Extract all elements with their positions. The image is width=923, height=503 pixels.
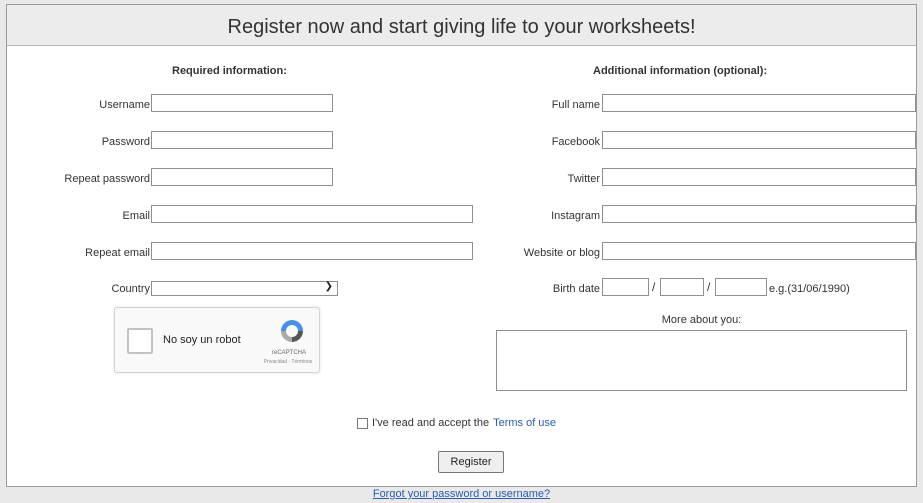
username-input[interactable] (151, 94, 333, 112)
instagram-label: Instagram (551, 210, 600, 222)
terms-checkbox[interactable] (357, 417, 368, 429)
required-section-title: Required information: (172, 65, 287, 77)
recaptcha-brand: reCAPTCHA (271, 350, 306, 356)
repeat-email-input[interactable] (151, 242, 473, 260)
website-label: Website or blog (523, 247, 600, 259)
forgot-credentials-row: Forgot your password or username? (0, 488, 923, 500)
twitter-input[interactable] (602, 168, 916, 186)
repeat-password-input[interactable] (151, 168, 333, 186)
twitter-label: Twitter (567, 173, 600, 185)
birth-date-hint: e.g.(31/06/1990) (769, 283, 850, 295)
full-name-label: Full name (551, 99, 600, 111)
birth-day-input[interactable] (602, 278, 649, 296)
instagram-input[interactable] (602, 205, 916, 223)
username-label: Username (99, 99, 150, 111)
website-input[interactable] (602, 242, 916, 260)
recaptcha-logo-icon (281, 320, 303, 342)
email-input[interactable] (151, 205, 473, 223)
facebook-input[interactable] (602, 131, 916, 149)
terms-row: I've read and accept the Terms of use (357, 417, 556, 429)
recaptcha-label: No soy un robot (163, 334, 241, 346)
email-label: Email (122, 210, 150, 222)
terms-text: I've read and accept the (372, 417, 490, 429)
password-input[interactable] (151, 131, 333, 149)
recaptcha-checkbox[interactable] (127, 328, 153, 354)
full-name-input[interactable] (602, 94, 916, 112)
date-separator: / (652, 280, 656, 294)
repeat-email-label: Repeat email (85, 247, 150, 259)
birth-date-label: Birth date (552, 283, 600, 295)
page-title: Register now and start giving life to yo… (7, 5, 916, 46)
registration-panel: Register now and start giving life to yo… (6, 4, 917, 487)
password-label: Password (101, 136, 150, 148)
country-select[interactable]: ❯ (151, 281, 338, 296)
date-separator: / (707, 280, 711, 294)
register-button[interactable]: Register (438, 451, 504, 473)
birth-year-input[interactable] (715, 278, 767, 296)
chevron-down-icon: ❯ (324, 281, 333, 292)
birth-month-input[interactable] (660, 278, 704, 296)
recaptcha-links[interactable]: Privacidad - Términos (263, 359, 313, 365)
more-about-textarea[interactable] (496, 330, 907, 391)
facebook-label: Facebook (551, 136, 600, 148)
optional-section-title: Additional information (optional): (593, 65, 768, 77)
more-about-label: More about you: (661, 314, 742, 326)
repeat-password-label: Repeat password (64, 173, 150, 185)
forgot-credentials-link[interactable]: Forgot your password or username? (373, 488, 550, 500)
country-label: Country (111, 283, 150, 295)
terms-link[interactable]: Terms of use (493, 417, 556, 429)
recaptcha-widget: No soy un robot reCAPTCHA Privacidad - T… (114, 307, 320, 373)
